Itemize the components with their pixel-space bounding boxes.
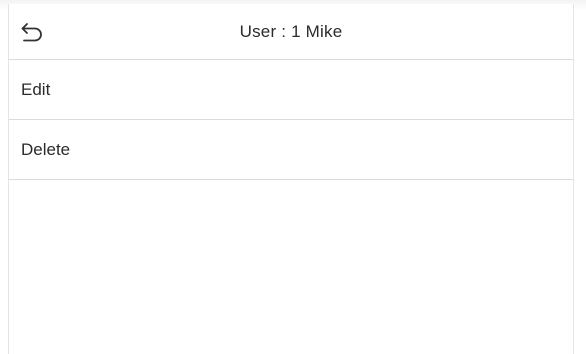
user-options-screen: User : 1 Mike Edit Delete [8,4,574,354]
menu-item-delete[interactable]: Delete [9,120,573,180]
menu-item-label: Delete [21,140,71,159]
page-title: User : 1 Mike [239,22,343,41]
menu-item-edit[interactable]: Edit [9,60,573,120]
title-bar: User : 1 Mike [9,4,573,60]
menu-item-label: Edit [21,80,51,99]
